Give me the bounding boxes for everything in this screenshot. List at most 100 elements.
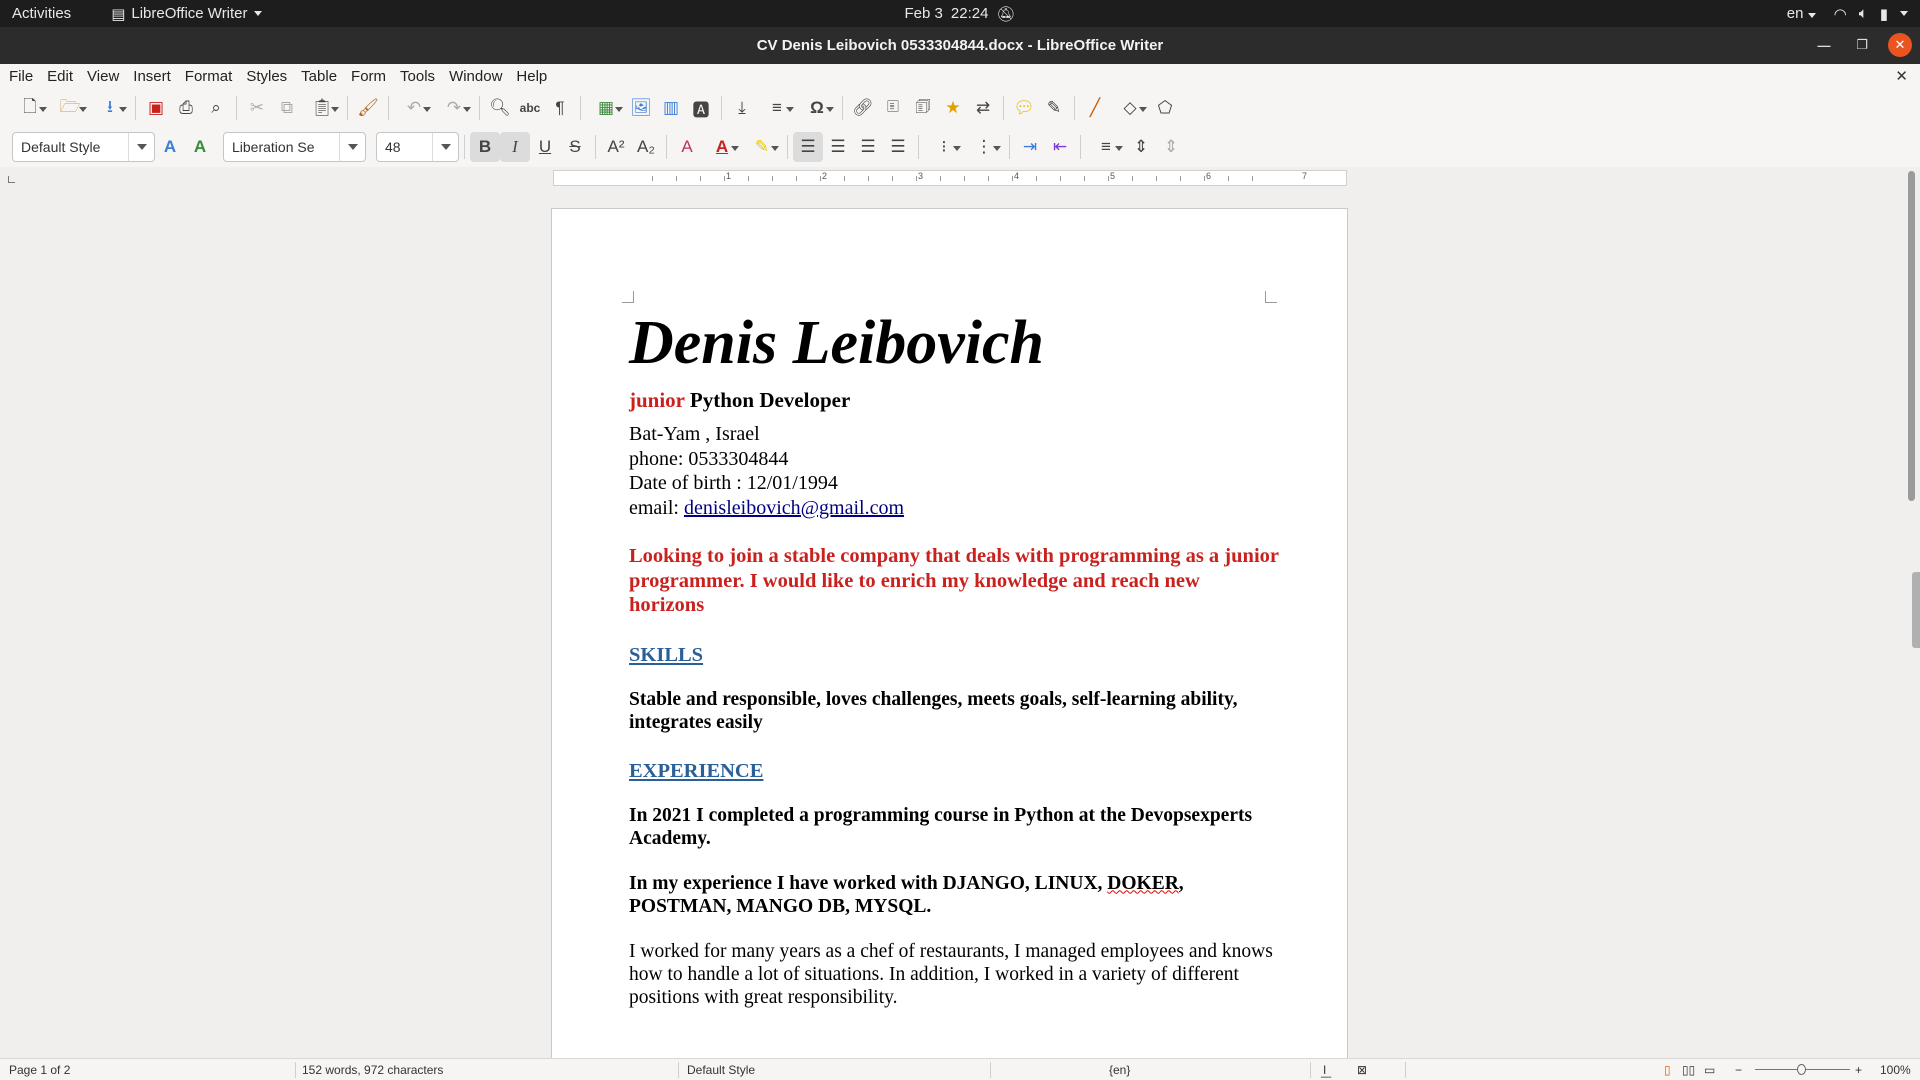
- update-style-icon[interactable]: A: [155, 132, 185, 162]
- new-document-icon[interactable]: 🗋: [10, 93, 50, 123]
- menu-view[interactable]: View: [80, 68, 126, 85]
- contact-block[interactable]: Bat-Yam , Israel phone: 0533304844 Date …: [629, 422, 1279, 520]
- hyperlink-icon[interactable]: 🔗︎: [848, 93, 878, 123]
- horizontal-ruler[interactable]: 1 2 3 4 5 6 7: [553, 170, 1347, 186]
- print-icon[interactable]: ⎙: [171, 93, 201, 123]
- language-indicator[interactable]: en: [1787, 5, 1816, 22]
- font-size-combo[interactable]: 48: [376, 132, 459, 162]
- text-language[interactable]: {en}: [1109, 1063, 1130, 1077]
- menu-table[interactable]: Table: [294, 68, 344, 85]
- insert-image-icon[interactable]: 🖼︎: [626, 93, 656, 123]
- clear-formatting-icon[interactable]: A: [672, 132, 702, 162]
- justify-icon[interactable]: ☰: [883, 132, 913, 162]
- document-modified-icon[interactable]: ⊠: [1357, 1063, 1367, 1077]
- basic-shapes-icon[interactable]: ◇: [1110, 93, 1150, 123]
- paragraph-style-combo[interactable]: Default Style: [12, 132, 155, 162]
- document-page[interactable]: Denis Leibovich junior Python Developer …: [551, 208, 1348, 1058]
- find-replace-icon[interactable]: 🔍︎: [485, 93, 515, 123]
- increase-indent-icon[interactable]: ⇥: [1015, 132, 1045, 162]
- print-preview-icon[interactable]: ⌕: [201, 93, 231, 123]
- line-spacing-icon[interactable]: ≡: [1086, 132, 1126, 162]
- endnote-icon[interactable]: 🗊: [908, 93, 938, 123]
- zoom-in-icon[interactable]: +: [1855, 1063, 1862, 1077]
- maximize-button[interactable]: ❐: [1850, 33, 1874, 57]
- paste-icon[interactable]: 📋︎: [302, 93, 342, 123]
- clone-formatting-icon[interactable]: 🖌︎: [353, 93, 383, 123]
- font-name-combo[interactable]: Liberation Se: [223, 132, 366, 162]
- chevron-down-icon[interactable]: [432, 133, 458, 161]
- track-changes-icon[interactable]: ✎: [1039, 93, 1069, 123]
- draw-functions-icon[interactable]: ⬠: [1150, 93, 1180, 123]
- misspelled-word[interactable]: DOKER: [1107, 873, 1179, 894]
- skills-paragraph[interactable]: Stable and responsible, loves challenges…: [629, 688, 1279, 734]
- page-style[interactable]: Default Style: [687, 1063, 755, 1077]
- experience-chef-paragraph[interactable]: I worked for many years as a chef of res…: [629, 940, 1279, 1009]
- underline-icon[interactable]: U: [530, 132, 560, 162]
- menu-tools[interactable]: Tools: [393, 68, 442, 85]
- copy-icon[interactable]: ⧉: [272, 93, 302, 123]
- zoom-level[interactable]: 100%: [1880, 1063, 1911, 1077]
- undo-icon[interactable]: ↶: [394, 93, 434, 123]
- special-character-icon[interactable]: Ω: [797, 93, 837, 123]
- cross-reference-icon[interactable]: ⇄: [968, 93, 998, 123]
- zoom-out-icon[interactable]: −: [1735, 1063, 1742, 1077]
- decrease-indent-icon[interactable]: ⇤: [1045, 132, 1075, 162]
- page-count[interactable]: Page 1 of 2: [9, 1063, 70, 1077]
- scrollbar-thumb[interactable]: [1908, 171, 1915, 501]
- cv-name-heading[interactable]: Denis Leibovich: [629, 307, 1279, 379]
- bold-icon[interactable]: B: [470, 132, 500, 162]
- align-right-icon[interactable]: ☰: [853, 132, 883, 162]
- experience-heading[interactable]: EXPERIENCE: [629, 758, 1279, 784]
- skills-heading[interactable]: SKILLS: [629, 642, 1279, 668]
- book-view-icon[interactable]: ▭: [1704, 1063, 1715, 1077]
- insert-field-icon[interactable]: ≡: [757, 93, 797, 123]
- font-color-icon[interactable]: A: [702, 132, 742, 162]
- word-count[interactable]: 152 words, 972 characters: [302, 1063, 443, 1077]
- new-style-icon[interactable]: A: [185, 132, 215, 162]
- numbered-list-icon[interactable]: ⋮: [964, 132, 1004, 162]
- close-window-button[interactable]: ✕: [1888, 33, 1912, 57]
- open-folder-icon[interactable]: 🗁: [50, 93, 90, 123]
- email-link[interactable]: denisleibovich@gmail.com: [684, 497, 904, 519]
- experience-course-paragraph[interactable]: In 2021 I completed a programming course…: [629, 804, 1279, 850]
- menu-file[interactable]: File: [0, 68, 40, 85]
- insert-chart-icon[interactable]: ▥: [656, 93, 686, 123]
- menu-form[interactable]: Form: [344, 68, 393, 85]
- insert-mode-icon[interactable]: I͟: [1323, 1063, 1326, 1077]
- highlight-color-icon[interactable]: ✎: [742, 132, 782, 162]
- chevron-down-icon[interactable]: [128, 133, 154, 161]
- activities-button[interactable]: Activities: [12, 5, 71, 22]
- increase-paragraph-spacing-icon[interactable]: ⇕: [1126, 132, 1156, 162]
- bookmark-icon[interactable]: ★: [938, 93, 968, 123]
- bullet-list-icon[interactable]: ⁝: [924, 132, 964, 162]
- experience-tools-paragraph[interactable]: In my experience I have worked with DJAN…: [629, 872, 1279, 918]
- app-menu[interactable]: ▤ LibreOffice Writer: [111, 5, 262, 23]
- footnote-icon[interactable]: 🗉: [878, 93, 908, 123]
- menu-help[interactable]: Help: [509, 68, 554, 85]
- align-left-icon[interactable]: ☰: [793, 132, 823, 162]
- export-pdf-icon[interactable]: ▣: [141, 93, 171, 123]
- insert-textbox-icon[interactable]: 🅰︎: [686, 93, 716, 123]
- system-menu[interactable]: ◠ 🔈︎ ▮: [1834, 5, 1908, 23]
- multi-page-view-icon[interactable]: ▯▯: [1682, 1063, 1695, 1077]
- subscript-icon[interactable]: A₂: [631, 132, 661, 162]
- zoom-slider-knob[interactable]: [1797, 1064, 1806, 1075]
- single-page-view-icon[interactable]: ▯: [1664, 1063, 1671, 1077]
- menu-format[interactable]: Format: [178, 68, 240, 85]
- menu-insert[interactable]: Insert: [126, 68, 178, 85]
- italic-icon[interactable]: I: [500, 132, 530, 162]
- menu-styles[interactable]: Styles: [239, 68, 294, 85]
- align-center-icon[interactable]: ☰: [823, 132, 853, 162]
- close-document-icon[interactable]: ✕: [1895, 67, 1908, 85]
- save-icon[interactable]: ⭳: [90, 93, 130, 123]
- line-icon[interactable]: ╱: [1080, 93, 1110, 123]
- menu-window[interactable]: Window: [442, 68, 509, 85]
- document-content[interactable]: Denis Leibovich junior Python Developer …: [629, 307, 1279, 1009]
- cut-icon[interactable]: ✂: [242, 93, 272, 123]
- comment-icon[interactable]: 💬︎: [1009, 93, 1039, 123]
- sidebar-handle[interactable]: [1912, 572, 1920, 648]
- document-workspace[interactable]: Denis Leibovich junior Python Developer …: [0, 188, 1903, 1058]
- strikethrough-icon[interactable]: S: [560, 132, 590, 162]
- decrease-paragraph-spacing-icon[interactable]: ⇕: [1156, 132, 1186, 162]
- insert-table-icon[interactable]: ▦: [586, 93, 626, 123]
